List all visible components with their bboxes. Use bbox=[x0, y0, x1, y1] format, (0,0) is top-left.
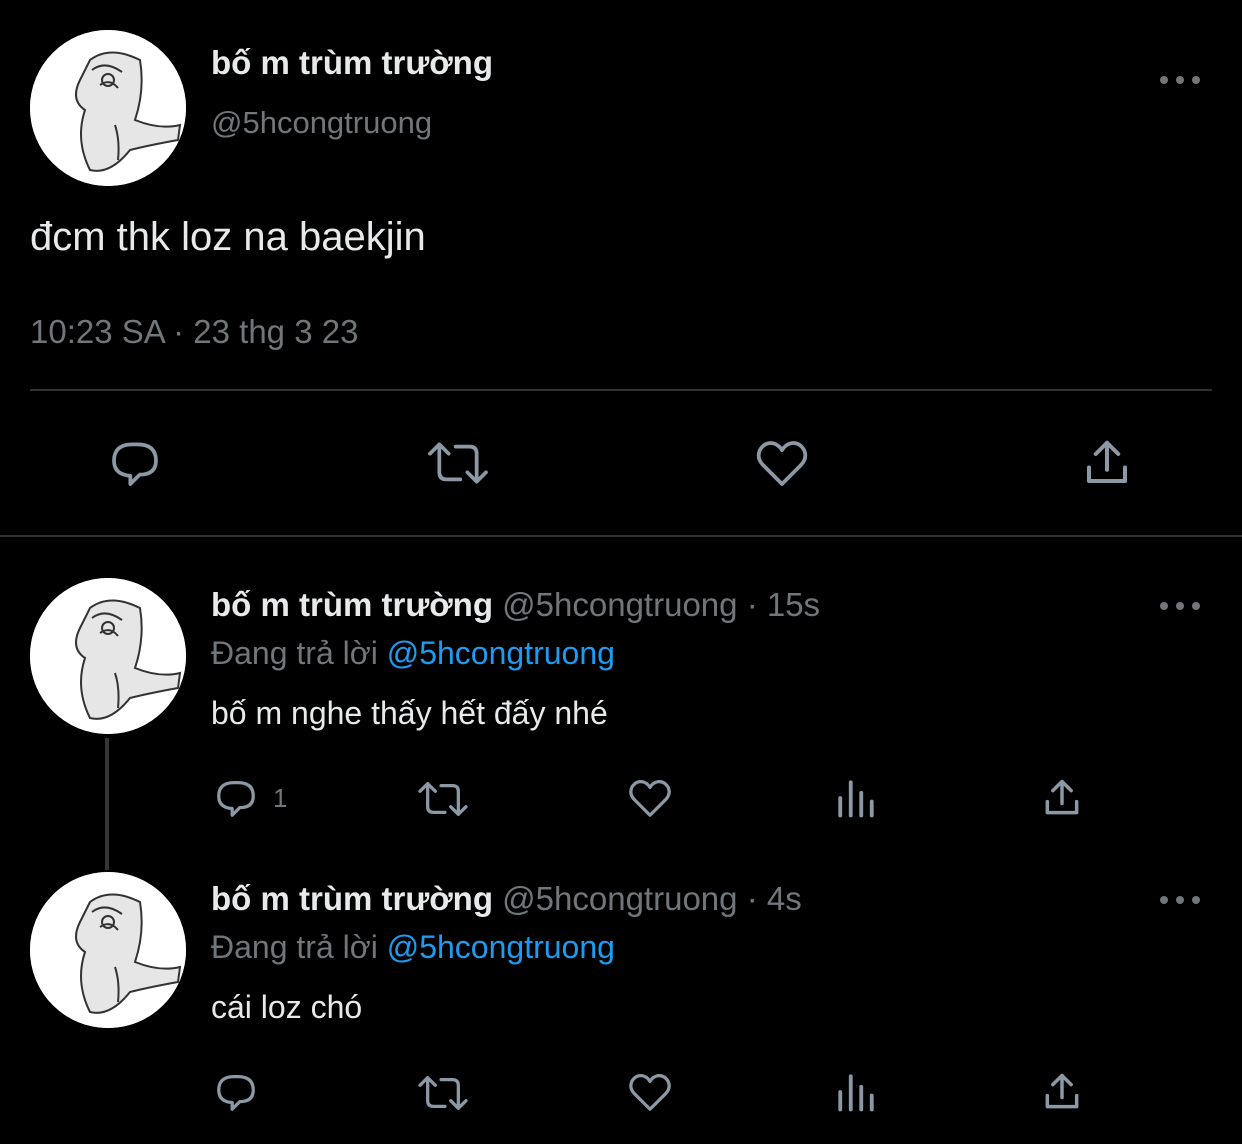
reply-header: bố m trùm trường @5hcongtruong · 15s bbox=[211, 586, 820, 624]
more-options-icon[interactable] bbox=[1160, 596, 1200, 616]
tweet-text: đcm thk loz na baekjin bbox=[30, 215, 426, 259]
avatar-sketch-icon bbox=[30, 578, 186, 734]
analytics-icon[interactable] bbox=[835, 776, 877, 820]
reply-time[interactable]: · 4s bbox=[747, 880, 802, 917]
replying-to-link[interactable]: @5hcongtruong bbox=[387, 929, 615, 965]
reply-icon[interactable] bbox=[107, 435, 163, 491]
handle[interactable]: @5hcongtruong bbox=[502, 586, 737, 623]
avatar[interactable] bbox=[30, 578, 186, 734]
replying-to: Đang trả lời @5hcongtruong bbox=[211, 635, 615, 672]
section-divider bbox=[0, 535, 1242, 537]
like-icon[interactable] bbox=[626, 775, 674, 821]
share-icon[interactable] bbox=[1080, 435, 1134, 491]
replying-to: Đang trả lời @5hcongtruong bbox=[211, 929, 615, 966]
like-icon[interactable] bbox=[753, 435, 811, 491]
reply-count: 1 bbox=[273, 782, 288, 813]
avatar[interactable] bbox=[30, 30, 186, 186]
retweet-icon[interactable] bbox=[415, 1070, 471, 1116]
reply-icon[interactable] bbox=[213, 1069, 259, 1115]
handle[interactable]: @5hcongtruong bbox=[211, 105, 432, 141]
replying-prefix: Đang trả lời bbox=[211, 635, 378, 671]
share-icon[interactable] bbox=[1040, 1069, 1084, 1115]
reply-text: bố m nghe thấy hết đấy nhé bbox=[211, 695, 608, 731]
reply-text: cái loz chó bbox=[211, 989, 363, 1025]
handle[interactable]: @5hcongtruong bbox=[502, 880, 737, 917]
retweet-icon[interactable] bbox=[415, 776, 471, 822]
more-options-icon[interactable] bbox=[1160, 890, 1200, 910]
reply-button[interactable]: 1 bbox=[213, 775, 287, 821]
reply-icon bbox=[217, 781, 255, 817]
avatar-sketch-icon bbox=[30, 30, 186, 186]
retweet-icon[interactable] bbox=[425, 435, 491, 491]
display-name[interactable]: bố m trùm trường bbox=[211, 586, 493, 623]
analytics-icon[interactable] bbox=[835, 1070, 877, 1114]
display-name[interactable]: bố m trùm trường bbox=[211, 880, 493, 917]
like-icon[interactable] bbox=[626, 1069, 674, 1115]
display-name[interactable]: bố m trùm trường bbox=[211, 44, 493, 82]
share-icon[interactable] bbox=[1040, 775, 1084, 821]
reply-header: bố m trùm trường @5hcongtruong · 4s bbox=[211, 880, 802, 918]
replying-to-link[interactable]: @5hcongtruong bbox=[387, 635, 615, 671]
avatar[interactable] bbox=[30, 872, 186, 1028]
thread-line bbox=[105, 738, 109, 870]
tweet-timestamp[interactable]: 10:23 SA · 23 thg 3 23 bbox=[30, 313, 358, 351]
replying-prefix: Đang trả lời bbox=[211, 929, 378, 965]
more-options-icon[interactable] bbox=[1160, 70, 1200, 90]
divider bbox=[30, 389, 1212, 391]
reply-time[interactable]: · 15s bbox=[747, 586, 820, 623]
avatar-sketch-icon bbox=[30, 872, 186, 1028]
